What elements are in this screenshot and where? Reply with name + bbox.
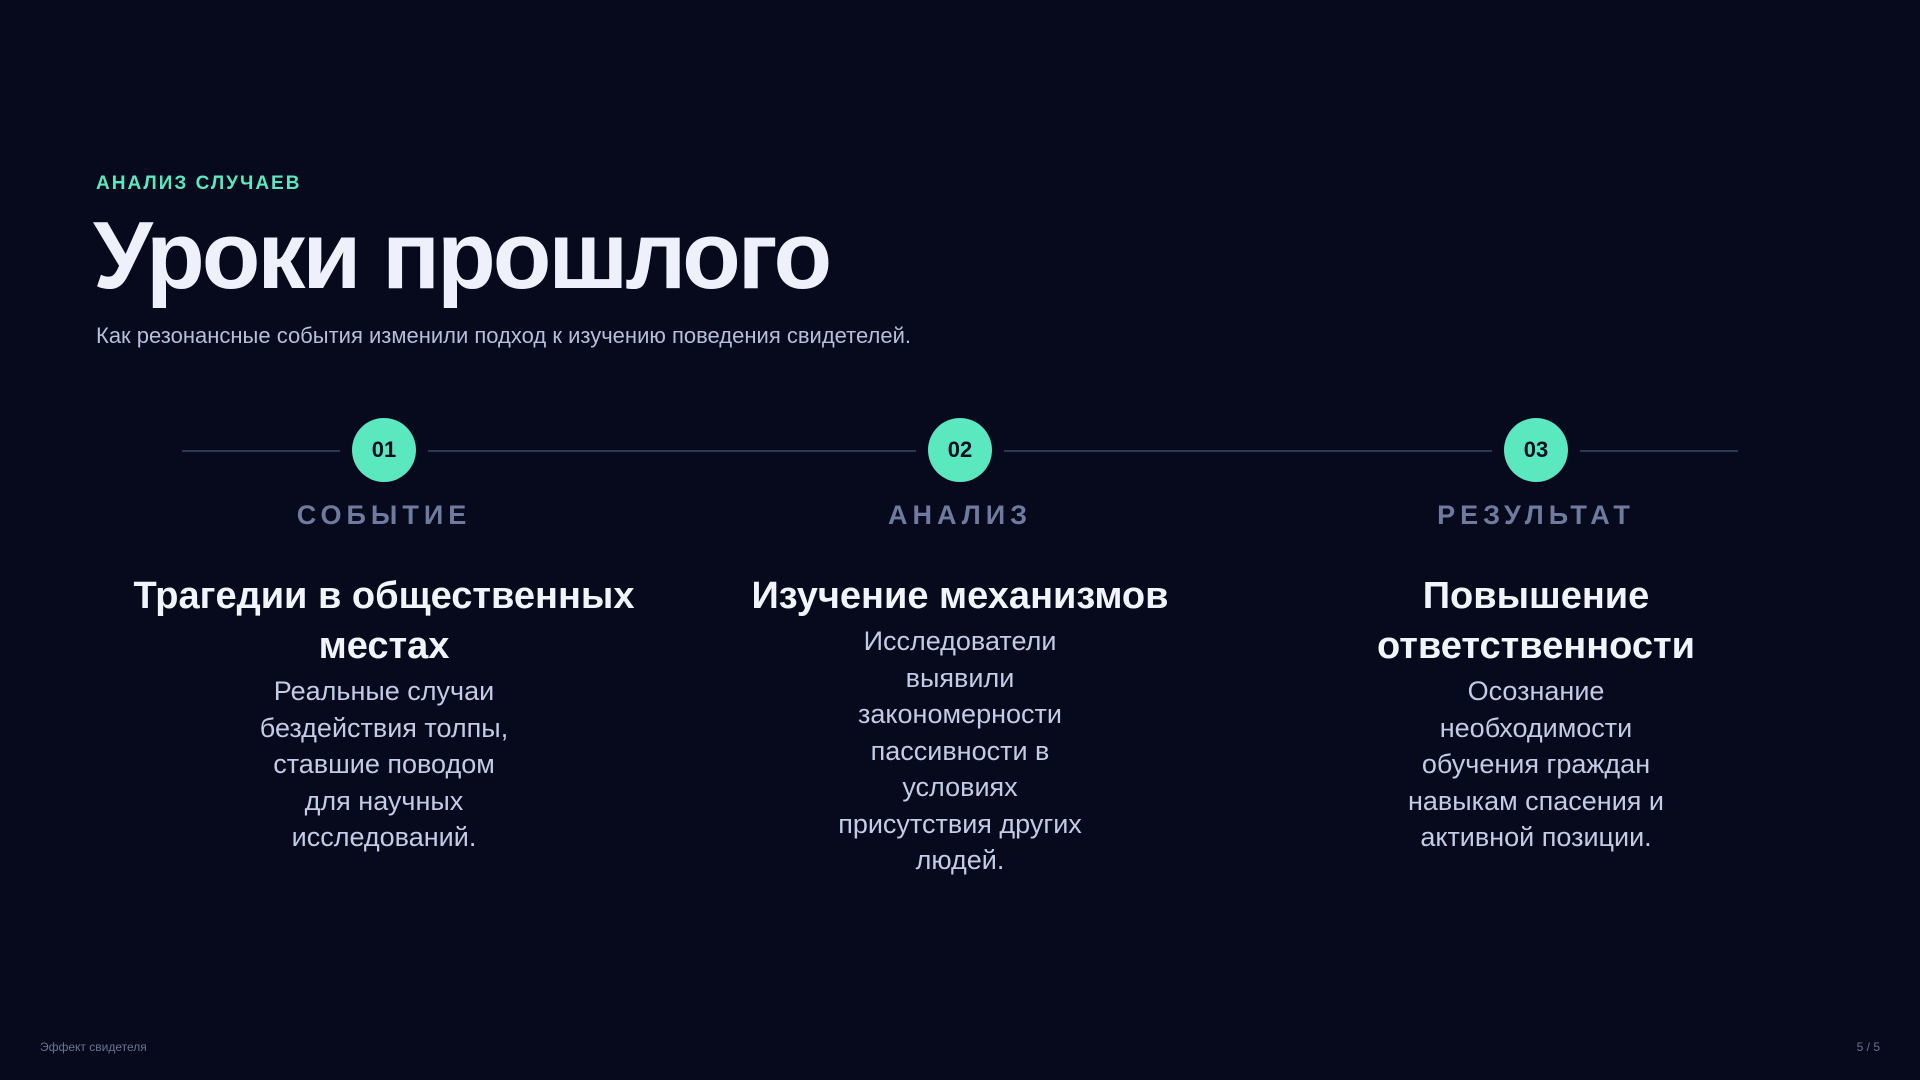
step-number-badge: 01 [352,418,416,482]
step-heading: Трагедии в общественных местах [133,575,635,667]
timeline-step-analysis: 02 АНАЛИЗ Изучение механизмов Исследоват… [690,418,1230,879]
step-label: РЕЗУЛЬТАТ [1437,500,1635,530]
step-description: Реальные случаи бездействия толпы, ставш… [259,676,509,852]
page-subtitle: Как резонансные события изменили подход … [96,323,911,348]
footer-page-indicator: 5 / 5 [1856,1040,1880,1054]
section-eyebrow: АНАЛИЗ СЛУЧАЕВ [96,173,302,194]
timeline-step-result: 03 РЕЗУЛЬТАТ Повышение ответственности О… [1266,418,1806,856]
step-description: Исследователи выявили закономерности пас… [838,626,1082,875]
timeline-step-event: 01 СОБЫТИЕ Трагедии в общественных места… [114,418,654,856]
step-heading: Изучение механизмов [751,575,1169,617]
step-number-badge: 02 [928,418,992,482]
page-title: Уроки прошлого [93,202,832,309]
footer-deck-title: Эффект свидетеля [40,1040,147,1054]
step-label: АНАЛИЗ [887,500,1033,530]
step-number-badge: 03 [1504,418,1568,482]
step-heading: Повышение ответственности [1377,575,1695,667]
step-description: Осознание необходимости обучения граждан… [1407,676,1664,852]
step-label: СОБЫТИЕ [296,500,472,530]
